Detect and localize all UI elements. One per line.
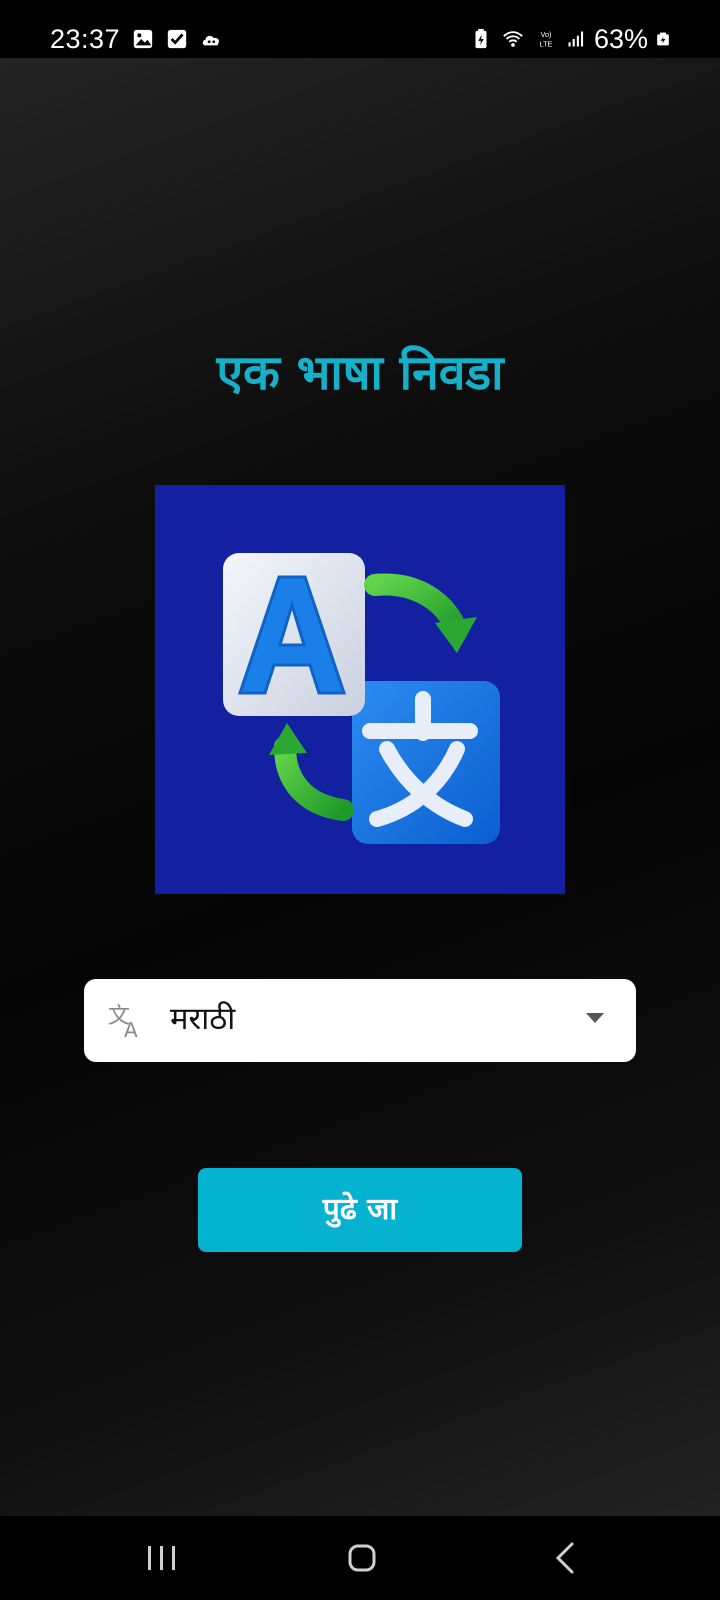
continue-button[interactable]: पुढे जा xyxy=(198,1168,522,1252)
gallery-icon xyxy=(133,29,153,49)
status-right: Vo) LTE 63% xyxy=(470,22,670,56)
battery-icon xyxy=(657,32,669,46)
status-time: 23:37 xyxy=(50,24,121,54)
battery-saver-icon xyxy=(475,28,487,49)
recent-apps-icon[interactable] xyxy=(142,1538,182,1578)
back-icon[interactable] xyxy=(546,1538,586,1578)
translate-icon: 文 A xyxy=(108,1004,138,1041)
translate-illustration xyxy=(155,485,565,894)
language-selection-screen: एक भाषा निवडा 文 A मराठी पुढे जा xyxy=(0,58,720,1516)
selected-language: मराठी xyxy=(170,1001,236,1037)
chevron-down-icon[interactable] xyxy=(586,1013,604,1025)
signal-icon xyxy=(568,31,584,47)
svg-text:LTE: LTE xyxy=(540,39,553,48)
svg-text:Vo): Vo) xyxy=(540,30,551,39)
page-title: एक भाषा निवडा xyxy=(216,345,504,401)
battery-percent: 63% xyxy=(593,24,648,54)
volte-icon: Vo) LTE xyxy=(540,30,553,48)
cloud-icon xyxy=(202,35,219,46)
home-icon[interactable] xyxy=(342,1538,382,1578)
translate-illustration-graphic xyxy=(223,553,500,844)
navigation-bar xyxy=(0,1516,720,1600)
svg-text:A: A xyxy=(124,1018,138,1041)
language-dropdown[interactable]: 文 A मराठी xyxy=(84,979,636,1062)
status-left: 23:37 xyxy=(50,22,222,56)
check-box-icon xyxy=(167,29,187,49)
wifi-icon xyxy=(503,31,523,47)
status-bar: 23:37 Vo) LTE 63% xyxy=(0,0,720,58)
